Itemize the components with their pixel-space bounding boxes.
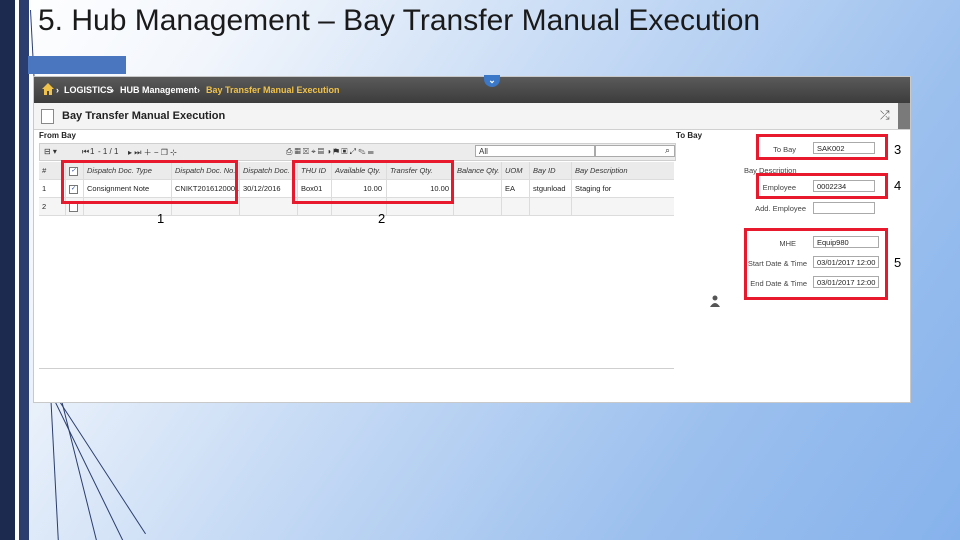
from-bay-label: From Bay [39, 131, 76, 140]
to-bay-section-label: To Bay [676, 131, 703, 140]
search-icon[interactable]: ⌕ [665, 145, 670, 156]
nav-icons[interactable]: ▸ ⏭ ＋ − ❐ ⊹ [128, 147, 177, 158]
dispatch-doc-date [240, 198, 298, 215]
grid-toolbar: ⊟ ▾ ⏮ 1 - 1 / 1 ▸ ⏭ ＋ − ❐ ⊹ ⎙ ▦ ☒ ⌖ ▤ ◑ … [39, 143, 676, 161]
shuffle-icon[interactable]: ⤮ [880, 108, 890, 123]
grid-bottom-border [39, 368, 674, 369]
person-icon[interactable] [710, 295, 720, 307]
col-header[interactable]: Dispatch Doc. [240, 162, 298, 179]
callout-box-3 [756, 134, 888, 160]
page-first: 1 [90, 147, 95, 156]
callout-number: 4 [894, 178, 902, 193]
left-stripe [0, 0, 15, 540]
home-icon[interactable] [41, 82, 55, 96]
callout-number: 1 [157, 211, 165, 226]
crumb-separator: › [197, 85, 200, 95]
callout-box-5 [744, 228, 888, 300]
crumb-logistics[interactable]: LOGISTICS [64, 85, 113, 95]
document-icon [41, 109, 54, 124]
add-employee-input[interactable] [813, 202, 875, 214]
uom [502, 198, 530, 215]
slide: 5. Hub Management – Bay Transfer Manual … [0, 0, 960, 540]
slide-title: 5. Hub Management – Bay Transfer Manual … [38, 4, 761, 37]
screen-title: Bay Transfer Manual Execution [62, 110, 226, 122]
balance-qty [454, 180, 502, 197]
title-accent-bar [28, 56, 126, 74]
callout-box-4 [756, 173, 888, 199]
col-header[interactable]: Bay ID [530, 162, 572, 179]
crumb-separator: › [111, 85, 114, 95]
first-page-icon[interactable]: ⏮ [82, 147, 89, 157]
callout-box-1 [61, 160, 238, 204]
uom: EA [502, 180, 530, 197]
toolbar-action-icons[interactable]: ⎙ ▦ ☒ ⌖ ▤ ◑ ⚑ ▣ ⤢ ✎ ☰ [286, 147, 374, 157]
decor-line [58, 399, 146, 535]
callout-box-2 [292, 160, 454, 204]
crumb-hub-management[interactable]: HUB Management [120, 85, 197, 95]
crumb-separator: › [56, 85, 59, 95]
col-header[interactable]: Bay Description [572, 162, 674, 179]
side-scroll[interactable] [898, 103, 910, 129]
screen-header: Bay Transfer Manual Execution ⤮ [34, 103, 910, 130]
bay-description [572, 198, 674, 215]
bay-id: stgunload [530, 180, 572, 197]
col-header[interactable]: UOM [502, 162, 530, 179]
dispatch-doc-date: 30/12/2016 [240, 180, 298, 197]
balance-qty [454, 198, 502, 215]
bay-description: Staging for [575, 184, 612, 193]
col-header[interactable]: Balance Qty. [454, 162, 502, 179]
bay-id [530, 198, 572, 215]
callout-number: 2 [378, 211, 386, 226]
toolbar-icons[interactable]: ⊟ ▾ [44, 147, 57, 156]
breadcrumb: › LOGISTICS › HUB Management › Bay Trans… [34, 75, 910, 103]
callout-number: 5 [894, 255, 902, 270]
left-stripe [19, 0, 29, 540]
callout-number: 3 [894, 142, 902, 157]
filter-input[interactable] [595, 145, 675, 157]
page-info: - 1 / 1 [98, 147, 119, 156]
add-employee-label: Add. Employee [755, 204, 806, 213]
filter-select[interactable]: All [475, 145, 595, 157]
crumb-bay-transfer[interactable]: Bay Transfer Manual Execution [206, 85, 340, 95]
collapse-chevron-icon[interactable]: ⌄ [484, 75, 500, 87]
